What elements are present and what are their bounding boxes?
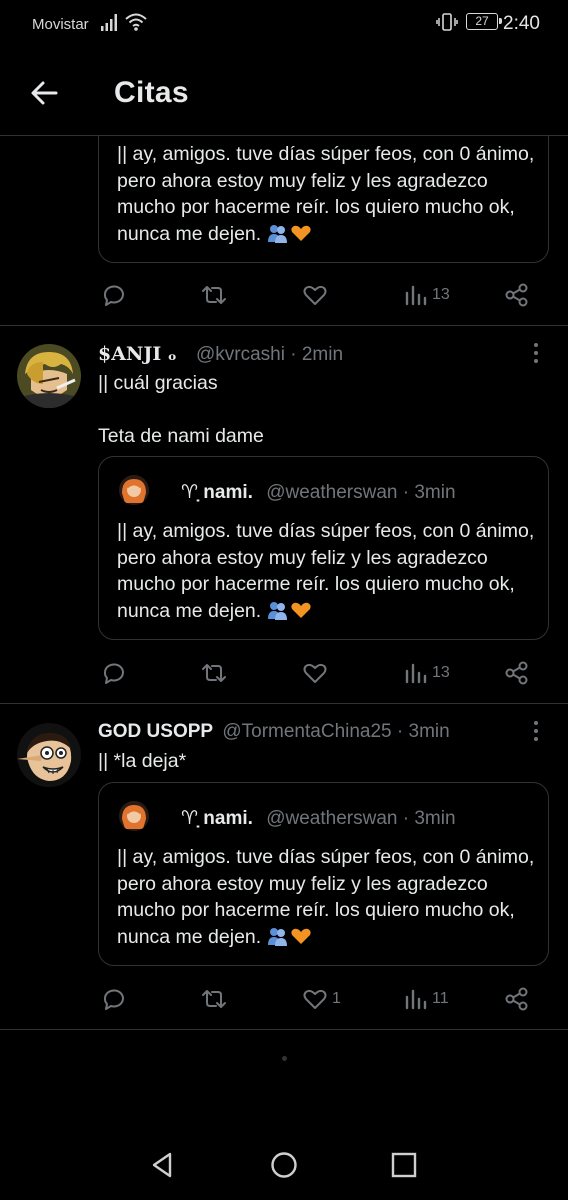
quoted-display-name: ♈̣ nami. [181, 482, 253, 503]
retweet-icon [202, 990, 226, 1008]
tweet-actions: 13 [0, 280, 568, 310]
share-button[interactable] [504, 984, 530, 1014]
quoted-timestamp: · 3min [402, 808, 456, 829]
share-button[interactable] [504, 658, 530, 688]
share-button[interactable] [504, 280, 530, 310]
quoted-handle: @weatherswan [266, 808, 398, 829]
reply-icon [103, 285, 124, 306]
heart-icon [303, 989, 327, 1009]
like-button[interactable] [302, 280, 328, 310]
quoted-tweet[interactable]: ♈̣ nami. @weatherswan · 3min || ay, amig… [98, 456, 549, 640]
quoted-display-name: ♈̣ nami. [181, 808, 253, 829]
more-options-icon[interactable] [530, 720, 542, 742]
heart-icon [303, 663, 327, 683]
top-app-bar: Citas [0, 50, 568, 136]
handle[interactable]: @TormentaChina25 [222, 721, 391, 742]
display-name[interactable]: $ANJI ₒ [98, 343, 177, 365]
divider [0, 703, 568, 704]
tweet-header: $ANJI ₒ @kvrcashi · 2min [98, 343, 343, 366]
like-button[interactable]: 1 [302, 984, 341, 1014]
quoted-avatar [119, 801, 149, 831]
loading-indicator [282, 1056, 287, 1061]
views-button[interactable]: 13 [404, 280, 450, 310]
retweet-button[interactable] [200, 984, 228, 1014]
wifi-icon [125, 13, 147, 31]
retweet-button[interactable] [200, 658, 228, 688]
quoted-avatar [119, 475, 149, 505]
views-icon [405, 663, 427, 684]
tweet-text: Teta de nami dame [98, 425, 264, 447]
status-bar: Movistar 27 2:40 [0, 0, 568, 50]
emoji-hearts [267, 223, 313, 251]
signal-icon [101, 14, 117, 31]
quoted-timestamp: · 3min [402, 482, 456, 503]
share-icon [505, 987, 528, 1011]
quoted-tweet[interactable]: ♈̣ nami. @weatherswan · 3min || ay, amig… [98, 782, 549, 966]
heart-icon [303, 285, 327, 305]
emoji-hearts [267, 926, 313, 954]
reply-button[interactable] [101, 984, 127, 1014]
tweet-actions: 1 11 [0, 984, 568, 1014]
nav-home-icon[interactable] [269, 1150, 299, 1180]
clock: 2:40 [503, 13, 540, 34]
nav-back-icon[interactable] [148, 1150, 178, 1180]
views-count: 11 [432, 990, 449, 1007]
tweet-text: || *la deja* [98, 750, 187, 772]
reply-button[interactable] [101, 658, 127, 688]
quoted-handle: @weatherswan [266, 482, 398, 503]
tweet-actions: 13 [0, 658, 568, 688]
timestamp[interactable]: · 3min [397, 721, 450, 742]
like-button[interactable] [302, 658, 332, 688]
reply-icon [103, 663, 124, 684]
quoted-tweet-text: || ay, amigos. tuve días súper feos, con… [117, 518, 537, 627]
quoted-header: ♈̣ nami. @weatherswan · 3min [181, 481, 456, 504]
reply-button[interactable] [101, 280, 127, 310]
carrier-label: Movistar [32, 16, 89, 33]
quoted-tweet-text: || ay, amigos. tuve días súper feos, con… [117, 141, 537, 250]
divider [0, 1029, 568, 1030]
tweet-header: GOD USOPP @TormentaChina25 · 3min [98, 721, 450, 743]
more-options-icon[interactable] [530, 342, 542, 364]
nav-recents-icon[interactable] [389, 1150, 419, 1180]
display-name[interactable]: GOD USOPP [98, 721, 213, 742]
system-navigation-bar [0, 1128, 568, 1200]
views-button[interactable]: 11 [404, 984, 449, 1014]
quoted-header: ♈̣ nami. @weatherswan · 3min [181, 807, 456, 830]
quoted-tweet-text: || ay, amigos. tuve días súper feos, con… [117, 844, 537, 953]
page-title: Citas [114, 76, 189, 109]
retweet-icon [202, 286, 226, 304]
reply-icon [103, 989, 124, 1010]
views-icon [405, 285, 427, 306]
avatar[interactable] [17, 344, 81, 408]
views-count: 13 [432, 286, 450, 303]
views-button[interactable]: 13 [404, 658, 450, 688]
share-icon [505, 661, 528, 685]
back-arrow-icon[interactable] [28, 76, 62, 110]
divider [0, 325, 568, 326]
vibrate-icon [436, 13, 458, 31]
views-count: 13 [432, 664, 450, 681]
retweet-button[interactable] [200, 280, 228, 310]
emoji-hearts [267, 600, 313, 628]
retweet-icon [202, 664, 226, 682]
avatar[interactable] [17, 723, 81, 787]
handle[interactable]: @kvrcashi [196, 344, 285, 365]
share-icon [505, 283, 528, 307]
timestamp[interactable]: · 2min [290, 344, 343, 365]
tweet-text: || cuál gracias [98, 372, 218, 394]
views-icon [405, 989, 427, 1010]
battery-icon: 27 [466, 13, 502, 30]
likes-count: 1 [332, 990, 341, 1007]
